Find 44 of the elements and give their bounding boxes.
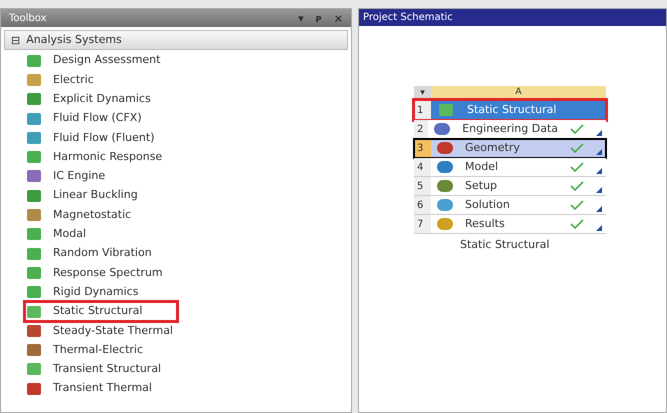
cell-label: Engineering Data xyxy=(462,120,558,137)
toolbox-item[interactable]: Harmonic Response xyxy=(25,147,177,167)
group-label: Analysis Systems xyxy=(26,32,122,48)
collapse-toggle[interactable]: ⊟ xyxy=(11,34,20,46)
toolbox-item[interactable]: Electric xyxy=(25,70,177,90)
row-number: 1 xyxy=(414,100,431,120)
cell-label: Solution xyxy=(465,196,511,213)
toolbox-item[interactable]: Transient Thermal xyxy=(25,379,177,398)
row-number: 7 xyxy=(414,215,431,233)
cell-label: Model xyxy=(465,158,500,175)
toolbox-item[interactable]: Rigid Dynamics xyxy=(25,282,177,302)
toolbox-item[interactable]: Linear Buckling xyxy=(25,186,177,206)
toolbox-item[interactable]: Steady-State Thermal xyxy=(25,321,177,340)
toolbox-item[interactable]: Magnetostatic xyxy=(25,205,177,225)
cell-label: Setup xyxy=(465,178,498,194)
toolbox-title: Toolbox xyxy=(9,12,46,26)
system-caption: Static Structural xyxy=(459,237,550,253)
toolbox-item[interactable]: Modal xyxy=(25,224,177,244)
row-number: 6 xyxy=(414,196,431,214)
row-number: 5 xyxy=(414,177,431,195)
toolbox-item[interactable]: Design Assessment xyxy=(25,51,177,70)
corner-icon xyxy=(596,225,602,231)
toolbox-item[interactable]: Transient Structural xyxy=(25,360,177,380)
cell-label: Geometry xyxy=(465,140,521,156)
corner-icon xyxy=(596,149,602,155)
toolbox-item[interactable]: Random Vibration xyxy=(25,244,177,264)
toolbox-item[interactable]: Thermal-Electric xyxy=(25,340,177,360)
row-number: 2 xyxy=(414,120,428,138)
corner-icon xyxy=(596,206,602,212)
row-number: 4 xyxy=(414,158,431,176)
system-name: Static Structural xyxy=(467,102,556,118)
toolbox-item[interactable]: Explicit Dynamics xyxy=(25,90,177,109)
corner-icon xyxy=(596,187,602,193)
row-number: 3 xyxy=(414,139,431,157)
schematic-title: Project Schematic xyxy=(363,11,453,25)
toolbox-item[interactable]: Fluid Flow (CFX) xyxy=(25,108,177,128)
cell-label: Results xyxy=(465,216,506,232)
corner-icon xyxy=(596,130,602,136)
toolbox-item[interactable]: Fluid Flow (Fluent) xyxy=(25,128,177,148)
group-header[interactable]: ⊟ Analysis Systems xyxy=(4,30,348,50)
toolbox-item[interactable]: Response Spectrum xyxy=(25,263,177,283)
toolbox-item[interactable]: IC Engine xyxy=(25,166,177,186)
corner-icon xyxy=(596,168,602,174)
toolbox-item[interactable]: Static Structural xyxy=(25,302,177,322)
